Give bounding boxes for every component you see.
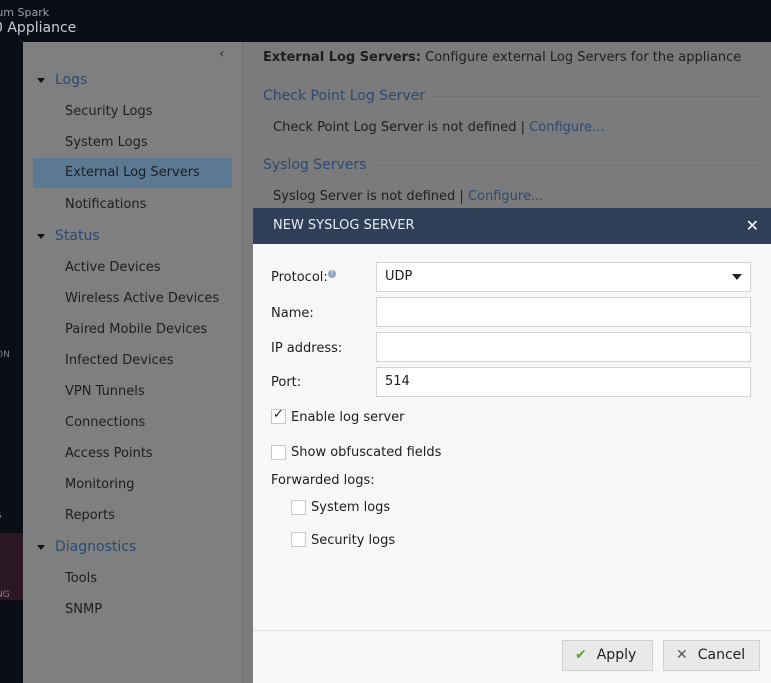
check-icon: ✔ xyxy=(575,647,587,663)
configure-syslog-link[interactable]: Configure... xyxy=(468,189,543,204)
enable-log-server-checkbox[interactable] xyxy=(271,407,286,424)
configure-checkpoint-link[interactable]: Configure... xyxy=(529,120,604,135)
sidebar-item-snmp[interactable]: SNMP xyxy=(33,595,232,625)
chevron-left-icon[interactable]: ‹ xyxy=(219,46,225,62)
sidebar-item-wireless-active-devices[interactable]: Wireless Active Devices xyxy=(33,284,232,314)
ip-address-input[interactable] xyxy=(376,332,751,362)
sidebar-item-paired-mobile-devices[interactable]: Paired Mobile Devices xyxy=(33,315,232,345)
port-label: Port: xyxy=(271,375,302,390)
status-text: Syslog Server is not defined | xyxy=(273,189,468,204)
sidebar: ‹ Logs Security Logs System Logs Externa… xyxy=(23,42,243,683)
dialog-header: NEW SYSLOG SERVER ✕ xyxy=(253,208,771,244)
sidebar-item-external-log-servers[interactable]: External Log Servers xyxy=(33,158,232,188)
checkpoint-section-title: Check Point Log Server xyxy=(263,88,763,104)
nav-fragment[interactable]: ON xyxy=(0,350,10,360)
close-icon: ✕ xyxy=(676,647,688,663)
help-icon[interactable]: ? xyxy=(327,270,336,278)
status-text: Check Point Log Server is not defined | xyxy=(273,120,530,135)
top-bar: tum Spark 0 Appliance xyxy=(0,0,771,42)
security-logs-label[interactable]: Security logs xyxy=(311,533,395,548)
protocol-label: Protocol:? xyxy=(271,270,336,285)
sidebar-item-access-points[interactable]: Access Points xyxy=(33,439,232,469)
sidebar-item-connections[interactable]: Connections xyxy=(33,408,232,438)
section-label: Diagnostics xyxy=(55,539,137,555)
sidebar-item-security-logs[interactable]: Security Logs xyxy=(33,97,232,127)
enable-log-server-label[interactable]: Enable log server xyxy=(291,410,405,425)
security-logs-checkbox[interactable] xyxy=(291,532,306,547)
syslog-section-title: Syslog Servers xyxy=(263,157,763,173)
section-title: Syslog Servers xyxy=(263,157,367,173)
sidebar-section-diagnostics[interactable]: Diagnostics xyxy=(37,539,136,555)
main-nav: ON S NG xyxy=(0,42,23,683)
sidebar-item-reports[interactable]: Reports xyxy=(33,501,232,531)
system-logs-checkbox[interactable] xyxy=(291,500,306,515)
sidebar-section-logs[interactable]: Logs xyxy=(37,72,87,88)
section-label: Status xyxy=(55,228,100,244)
caret-down-icon xyxy=(37,77,45,83)
nav-fragment[interactable]: NG xyxy=(0,590,10,600)
caret-down-icon xyxy=(37,544,45,550)
selected-value: UDP xyxy=(385,269,413,284)
sidebar-item-system-logs[interactable]: System Logs xyxy=(33,128,232,158)
forwarded-logs-label: Forwarded logs: xyxy=(271,473,375,488)
cancel-button[interactable]: ✕ Cancel xyxy=(663,640,760,671)
close-icon[interactable]: ✕ xyxy=(746,208,759,244)
name-label: Name: xyxy=(271,306,314,321)
page-header: External Log Servers: Configure external… xyxy=(263,50,741,65)
sidebar-item-infected-devices[interactable]: Infected Devices xyxy=(33,346,232,376)
brand-line2: 0 Appliance xyxy=(0,20,77,36)
sidebar-item-notifications[interactable]: Notifications xyxy=(33,190,232,220)
show-obfuscated-checkbox[interactable] xyxy=(271,445,286,460)
section-title: Check Point Log Server xyxy=(263,88,426,104)
dialog-footer-divider xyxy=(253,630,771,631)
button-label: Apply xyxy=(596,647,637,663)
button-label: Cancel xyxy=(697,647,746,663)
section-label: Logs xyxy=(55,72,88,88)
brand-line1: tum Spark xyxy=(0,6,50,19)
checkpoint-status: Check Point Log Server is not defined | … xyxy=(273,120,605,135)
dialog-title: NEW SYSLOG SERVER xyxy=(273,218,415,233)
system-logs-label[interactable]: System logs xyxy=(311,500,390,515)
sidebar-item-active-devices[interactable]: Active Devices xyxy=(33,253,232,283)
sidebar-section-status[interactable]: Status xyxy=(37,228,100,244)
protocol-select[interactable]: UDP xyxy=(376,262,751,292)
page-description: Configure external Log Servers for the a… xyxy=(421,50,742,65)
sidebar-item-monitoring[interactable]: Monitoring xyxy=(33,470,232,500)
name-input[interactable] xyxy=(376,297,751,327)
page-title: External Log Servers: xyxy=(263,50,421,65)
caret-down-icon xyxy=(37,233,45,239)
ip-address-label: IP address: xyxy=(271,341,343,356)
new-syslog-server-dialog: NEW SYSLOG SERVER ✕ Protocol:? UDP Name:… xyxy=(253,208,771,683)
sidebar-item-tools[interactable]: Tools xyxy=(33,564,232,594)
label-text: Protocol: xyxy=(271,270,328,285)
apply-button[interactable]: ✔ Apply xyxy=(562,640,653,671)
nav-fragment[interactable]: S xyxy=(0,511,2,521)
sidebar-item-vpn-tunnels[interactable]: VPN Tunnels xyxy=(33,377,232,407)
syslog-status: Syslog Server is not defined | Configure… xyxy=(273,189,543,204)
caret-down-icon xyxy=(732,274,742,280)
port-input[interactable]: 514 xyxy=(376,367,751,397)
show-obfuscated-label[interactable]: Show obfuscated fields xyxy=(291,445,441,460)
